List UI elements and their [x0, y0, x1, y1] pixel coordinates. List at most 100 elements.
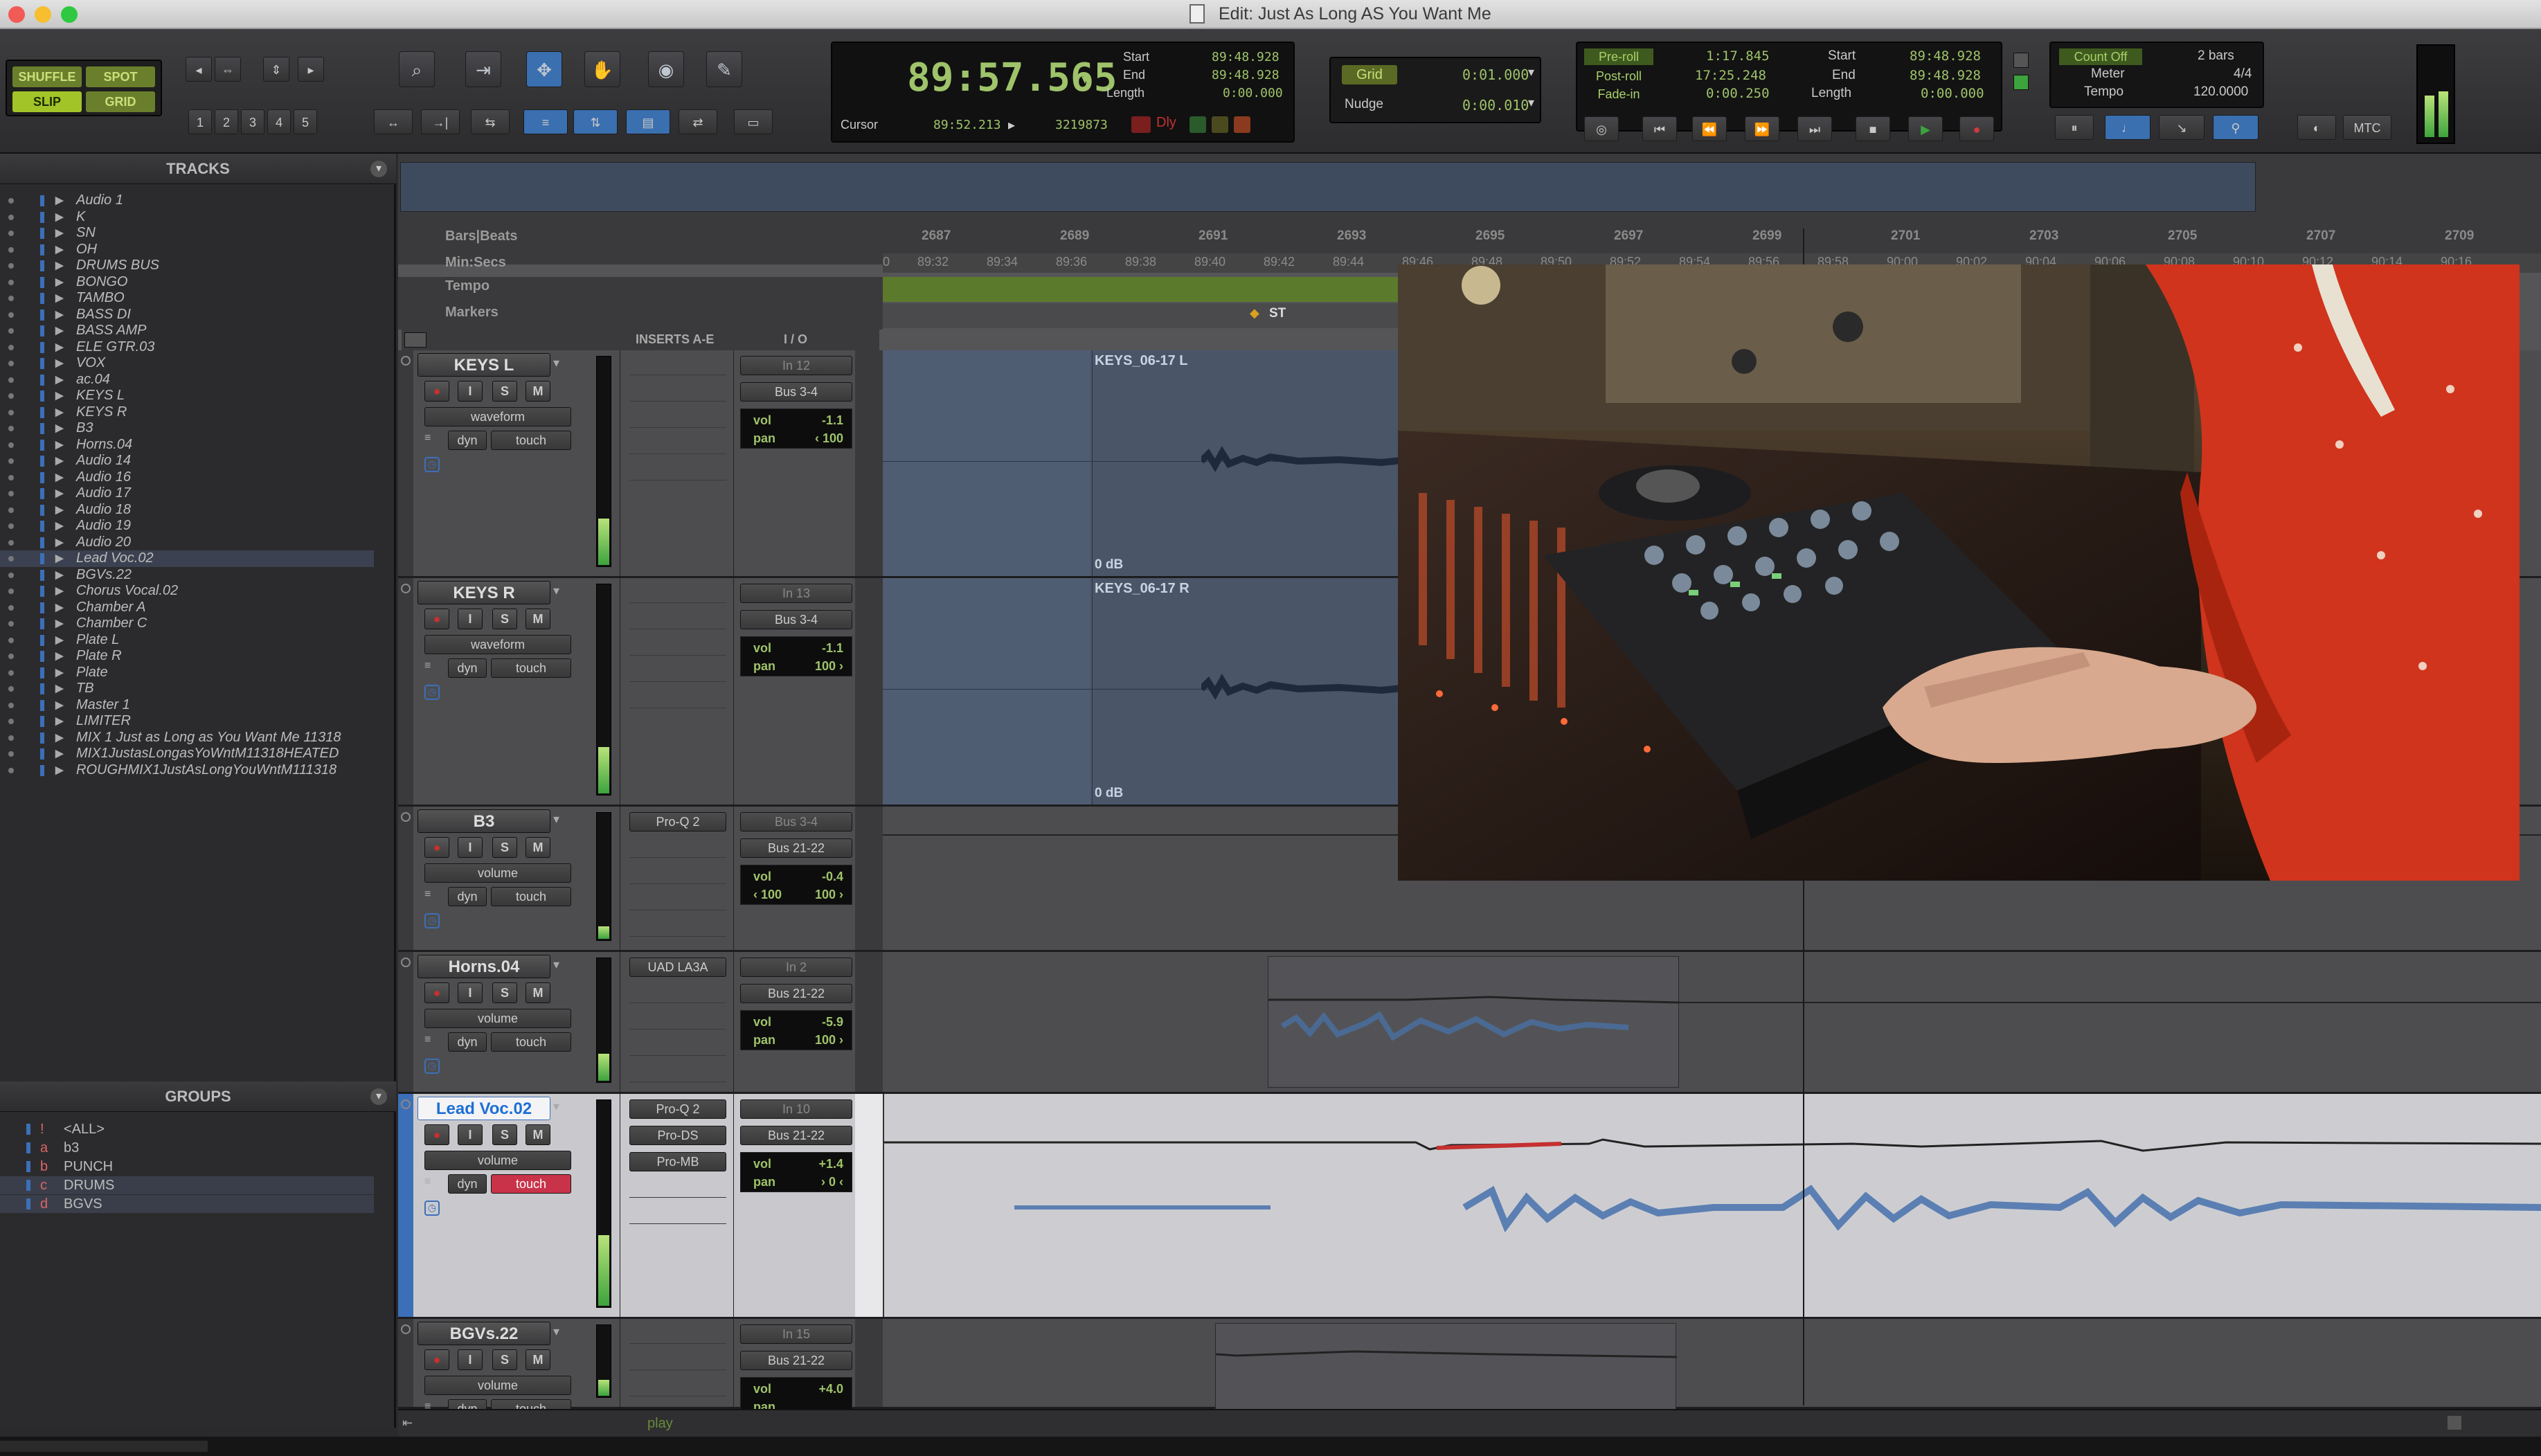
zoomer-tool-icon[interactable]: ⌕ [399, 51, 435, 87]
horizontal-scrollbar[interactable] [0, 1441, 208, 1452]
smart-tool-icon[interactable]: ✥ [526, 51, 562, 87]
zoom-vertical-icon[interactable]: ⇕ [263, 57, 289, 82]
slip-mode-button[interactable]: SLIP [12, 91, 82, 112]
track-show-dot-icon[interactable] [8, 377, 14, 383]
track-show-dot-icon[interactable] [8, 621, 14, 627]
count-off-toggle[interactable]: Count Off [2059, 48, 2142, 65]
track-list-item[interactable]: ▶ Audio 14 [0, 453, 374, 469]
empty-insert-slot[interactable] [629, 382, 726, 402]
expand-triangle-icon[interactable]: ▶ [55, 404, 64, 420]
expand-triangle-icon[interactable]: ▶ [55, 388, 64, 404]
fadein-value[interactable]: 0:00.250 [1706, 86, 1770, 101]
track-list-item[interactable]: ▶ BGVs.22 [0, 567, 374, 584]
dyn-button[interactable]: dyn [448, 431, 487, 450]
input-monitor-button[interactable]: I [458, 381, 483, 402]
nudge-dropdown-icon[interactable]: ▾ [1528, 96, 1534, 110]
expand-triangle-icon[interactable]: ▶ [55, 307, 64, 323]
solo-button[interactable]: S [492, 1124, 517, 1145]
empty-insert-slot[interactable] [629, 1010, 726, 1030]
zoom-out-icon[interactable]: ◂ [186, 57, 212, 82]
transport-start-value[interactable]: 89:48.928 [1910, 48, 1981, 64]
expand-triangle-icon[interactable]: ▶ [55, 615, 64, 631]
empty-insert-slot[interactable] [629, 1324, 726, 1344]
markers-ruler[interactable]: ◆ ST [883, 303, 1399, 328]
input-monitor-button[interactable]: I [458, 1349, 483, 1370]
track-show-dot-icon[interactable] [8, 507, 14, 513]
expand-triangle-icon[interactable]: ▶ [55, 372, 64, 388]
expand-triangle-icon[interactable]: ▶ [55, 485, 64, 501]
link-timeline-icon[interactable]: →| [421, 109, 460, 134]
vol-value[interactable]: +4.0 [818, 1382, 843, 1396]
nudge-icon[interactable]: ⇄ [679, 109, 717, 134]
track-show-dot-icon[interactable] [8, 637, 14, 643]
pan-value[interactable]: › 0 ‹ [821, 1175, 843, 1189]
track-show-dot-icon[interactable] [8, 361, 14, 366]
online-transport-icon[interactable]: ◎ [1584, 116, 1619, 141]
expand-triangle-icon[interactable]: ▶ [55, 242, 64, 258]
record-arm-button[interactable]: ● [424, 1349, 449, 1370]
go-to-end-icon[interactable]: ⏭ [1797, 116, 1832, 141]
output-selector[interactable]: Bus 21-22 [740, 838, 852, 858]
zoom-preset-4[interactable]: 4 [267, 109, 291, 134]
expand-triangle-icon[interactable]: ▶ [55, 762, 64, 778]
record-icon[interactable]: ● [1959, 116, 1994, 141]
timebase-icon[interactable]: ◷ [424, 1059, 440, 1074]
keyboard-focus-icon[interactable]: ▤ [626, 109, 670, 134]
mute-button[interactable]: M [526, 609, 550, 629]
track-list-item[interactable]: ▶ TB [0, 681, 374, 697]
track-list-item[interactable]: ▶ Plate R [0, 648, 374, 665]
input-monitor-button[interactable]: I [458, 982, 483, 1003]
zoom-horizontal-icon[interactable]: ⇔ [215, 57, 241, 82]
pre-post-roll-icon[interactable] [1234, 116, 1250, 133]
pan-value[interactable]: 100 › [815, 659, 843, 674]
track-show-dot-icon[interactable] [8, 719, 14, 724]
tempo-value[interactable]: 120.0000 [2193, 84, 2248, 100]
timebase-icon[interactable]: ◷ [424, 457, 440, 472]
marker-icon[interactable]: ◆ [1250, 306, 1259, 321]
clip-gain-label[interactable]: 0 dB [1095, 786, 1123, 801]
marker-label[interactable]: ST [1269, 306, 1286, 321]
volume-pan-display[interactable]: vol +1.4 pan › 0 ‹ [740, 1152, 852, 1192]
mute-button[interactable]: M [526, 1349, 550, 1370]
window-config-icon[interactable]: ▭ [734, 109, 773, 134]
vol-value[interactable]: -0.4 [822, 870, 843, 884]
zoom-preset-5[interactable]: 5 [294, 109, 317, 134]
empty-insert-slot[interactable] [629, 689, 726, 708]
empty-insert-slot[interactable] [629, 356, 726, 375]
track-show-dot-icon[interactable] [8, 246, 14, 253]
automation-mode-selector[interactable]: touch [491, 887, 571, 906]
link-track-icon[interactable]: ⇆ [471, 109, 510, 134]
grid-toggle[interactable]: Grid [1342, 65, 1397, 84]
track-list-item[interactable]: ▶ Audio 17 [0, 485, 374, 502]
expand-triangle-icon[interactable]: ▶ [55, 567, 64, 583]
mtc-button[interactable]: MTC [2343, 115, 2391, 140]
track-view-selector[interactable]: volume [424, 1151, 571, 1170]
track-show-dot-icon[interactable] [8, 198, 14, 204]
record-arm-button[interactable]: ● [424, 609, 449, 629]
insert-slot[interactable]: Pro-Q 2 [629, 1099, 726, 1119]
track-name[interactable]: Horns.04 [417, 955, 550, 978]
track-show-dot-icon[interactable] [8, 767, 14, 773]
track-list-item[interactable]: ▶ Audio 20 [0, 534, 374, 551]
empty-insert-slot[interactable] [629, 838, 726, 858]
expand-triangle-icon[interactable]: ▶ [55, 502, 64, 518]
track-show-dot-icon[interactable] [8, 523, 14, 529]
track-list-item[interactable]: ▶ VOX [0, 355, 374, 372]
playlist-icon[interactable]: ≡ [424, 660, 438, 674]
vol-value[interactable]: -1.1 [822, 641, 843, 656]
track-list-item[interactable]: ▶ Audio 1 [0, 192, 374, 209]
preroll-value[interactable]: 1:17.845 [1706, 48, 1770, 64]
volume-pan-display[interactable]: vol -1.1 pan 100 › [740, 636, 852, 676]
track-list-item[interactable]: ▶ Audio 19 [0, 518, 374, 534]
track-show-dot-icon[interactable] [8, 409, 14, 415]
pan-value[interactable]: 100 › [815, 1033, 843, 1048]
track-list-item[interactable]: ▶ Master 1 [0, 697, 374, 714]
grid-mode-button[interactable]: GRID [86, 91, 155, 112]
track-list-item[interactable]: ▶ MIX 1 Just as Long as You Want Me 11318 [0, 730, 374, 746]
conductor-icon[interactable]: ⚲ [2213, 115, 2259, 140]
mirror-midi-icon[interactable]: ⇅ [573, 109, 618, 134]
expand-triangle-icon[interactable]: ▶ [55, 518, 64, 534]
groups-menu-icon[interactable]: ▾ [370, 1088, 387, 1105]
track-show-dot-icon[interactable] [8, 279, 14, 285]
spot-mode-button[interactable]: SPOT [86, 66, 155, 87]
